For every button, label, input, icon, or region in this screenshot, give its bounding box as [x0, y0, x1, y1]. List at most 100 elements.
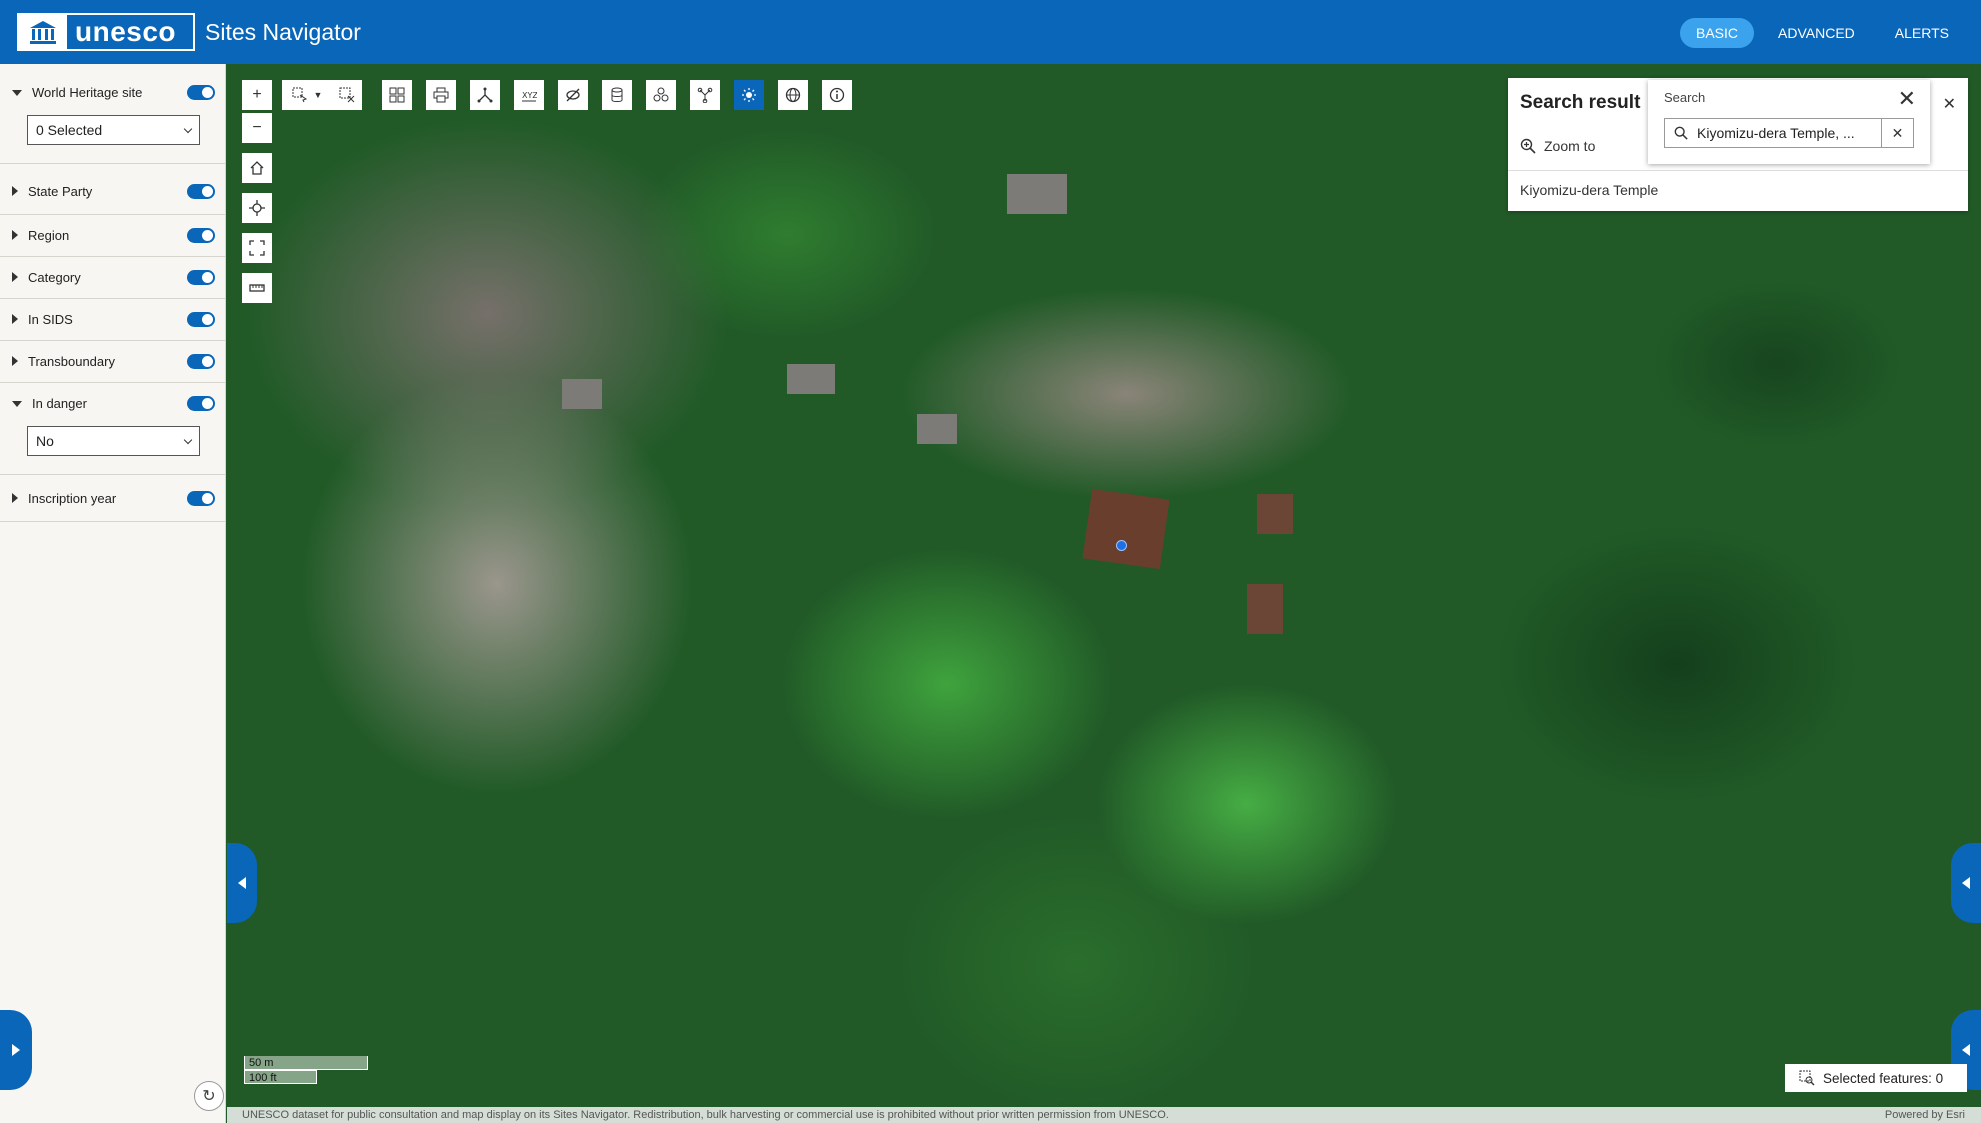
network-icon[interactable]	[470, 80, 500, 110]
filter-label: In SIDS	[28, 311, 73, 327]
building	[562, 379, 602, 409]
xyz-icon[interactable]: XYZ	[514, 80, 544, 110]
filter-state-party: State Party	[0, 164, 225, 215]
tab-alerts[interactable]: ALERTS	[1879, 18, 1965, 48]
filter-region: Region	[0, 215, 225, 257]
sun-icon[interactable]	[734, 80, 764, 110]
selected-features-label: Selected features: 0	[1823, 1070, 1944, 1086]
filter-toggle[interactable]	[187, 353, 215, 369]
powered-by-esri[interactable]: Powered by Esri	[1885, 1107, 1965, 1123]
database-icon[interactable]	[602, 80, 632, 110]
zoom-out-icon[interactable]: −	[242, 113, 272, 143]
refresh-icon[interactable]: ↻	[194, 1081, 224, 1111]
chevron-down-icon	[183, 124, 193, 133]
search-result-title: Search result	[1520, 92, 1641, 113]
filter-toggle[interactable]	[187, 183, 215, 199]
search-input-value: Kiyomizu-dera Temple, ...	[1697, 125, 1855, 141]
app-header: unesco Sites Navigator BASIC ADVANCED AL…	[0, 0, 1981, 64]
filter-label: State Party	[28, 183, 93, 199]
dropdown-arrow-icon: ▼	[313, 90, 323, 100]
fullscreen-icon[interactable]	[242, 233, 272, 263]
info-icon[interactable]	[822, 80, 852, 110]
chevron-down-icon	[183, 435, 193, 444]
collapse-sidebar-handle[interactable]	[227, 843, 257, 923]
select-icon[interactable]: ▼	[282, 80, 332, 110]
search-widget: Search ✕ Kiyomizu-dera Temple, ... ✕	[1648, 80, 1930, 164]
caret-right-icon	[12, 272, 18, 282]
filter-toggle[interactable]	[187, 227, 215, 243]
filter-header[interactable]: Inscription year	[12, 481, 215, 515]
filter-label: World Heritage site	[32, 84, 143, 100]
zoom-in-icon[interactable]: +	[242, 80, 272, 110]
app-title: Sites Navigator	[205, 18, 361, 45]
filter-label: Transboundary	[28, 353, 115, 369]
filter-sidebar: World Heritage site 0 Selected State Par…	[0, 64, 226, 1123]
caret-right-icon	[12, 230, 18, 240]
selected-features-button[interactable]: Selected features: 0	[1785, 1064, 1967, 1092]
filter-world-heritage-site: World Heritage site 0 Selected	[0, 64, 225, 164]
close-search-icon[interactable]: ✕	[1898, 88, 1916, 110]
zoom-to-button[interactable]: Zoom to	[1520, 138, 1595, 154]
filter-label: Region	[28, 227, 70, 243]
scale-metric: 50 m	[244, 1056, 368, 1070]
filter-category: Category	[0, 257, 225, 299]
expand-bottom-left-handle[interactable]	[0, 1010, 32, 1090]
filter-header[interactable]: In danger	[12, 386, 215, 420]
arrow-left-icon	[1962, 1044, 1970, 1056]
home-icon[interactable]	[242, 153, 272, 183]
filter-toggle[interactable]	[187, 490, 215, 506]
graph-icon[interactable]	[690, 80, 720, 110]
search-label: Search	[1664, 90, 1706, 105]
tab-basic[interactable]: BASIC	[1680, 18, 1755, 48]
filter-in-danger: In danger No	[0, 383, 225, 475]
location-marker[interactable]	[1116, 540, 1127, 551]
filter-inscription-year: Inscription year	[0, 475, 225, 522]
unesco-logo[interactable]: unesco	[17, 13, 195, 51]
disclaimer-text: UNESCO dataset for public consultation a…	[242, 1109, 1169, 1121]
filter-toggle[interactable]	[187, 311, 215, 327]
close-icon[interactable]: ✕	[1943, 94, 1956, 114]
filter-header[interactable]: Transboundary	[12, 344, 215, 378]
locate-icon[interactable]	[242, 193, 272, 223]
search-icon	[1665, 126, 1697, 140]
search-input[interactable]: Kiyomizu-dera Temple, ... ✕	[1664, 118, 1914, 148]
in-danger-select-value: No	[36, 433, 54, 449]
building	[917, 414, 957, 444]
filter-header[interactable]: State Party	[12, 174, 215, 208]
arrow-left-icon	[1962, 877, 1970, 889]
caret-down-icon	[12, 90, 22, 96]
cluster-icon[interactable]	[646, 80, 676, 110]
site-select[interactable]: 0 Selected	[27, 115, 200, 145]
search-result-item[interactable]: Kiyomizu-dera Temple	[1520, 182, 1658, 198]
filter-toggle[interactable]	[187, 84, 215, 100]
filter-header[interactable]: Category	[12, 260, 215, 294]
zoom-in-magnifier-icon	[1520, 138, 1536, 154]
measure-icon[interactable]	[242, 273, 272, 303]
building	[1007, 174, 1067, 214]
filter-header[interactable]: Region	[12, 218, 215, 252]
filter-header[interactable]: In SIDS	[12, 302, 215, 336]
tab-advanced[interactable]: ADVANCED	[1762, 18, 1871, 48]
header-nav: BASIC ADVANCED ALERTS	[1680, 18, 1965, 48]
print-icon[interactable]	[426, 80, 456, 110]
filter-in-sids: In SIDS	[0, 299, 225, 341]
divider	[1508, 170, 1968, 171]
grid-icon[interactable]	[382, 80, 412, 110]
clear-selection-icon[interactable]	[332, 80, 362, 110]
site-select-value: 0 Selected	[36, 122, 103, 138]
temple-emblem-icon	[19, 15, 67, 49]
in-danger-select[interactable]: No	[27, 426, 200, 456]
zoom-to-label: Zoom to	[1544, 138, 1596, 154]
layers-off-icon[interactable]	[558, 80, 588, 110]
filter-header[interactable]: World Heritage site	[12, 75, 215, 109]
globe-icon[interactable]	[778, 80, 808, 110]
filter-toggle[interactable]	[187, 395, 215, 411]
satellite-map[interactable]	[227, 64, 1981, 1107]
map-attribution: UNESCO dataset for public consultation a…	[227, 1107, 1981, 1123]
clear-search-icon[interactable]: ✕	[1881, 119, 1913, 147]
scale-bar: 50 m 100 ft	[244, 1056, 368, 1084]
expand-right-panel-handle[interactable]	[1951, 843, 1981, 923]
app: unesco Sites Navigator BASIC ADVANCED AL…	[0, 0, 1981, 1123]
arrow-right-icon	[12, 1044, 20, 1056]
filter-toggle[interactable]	[187, 269, 215, 285]
